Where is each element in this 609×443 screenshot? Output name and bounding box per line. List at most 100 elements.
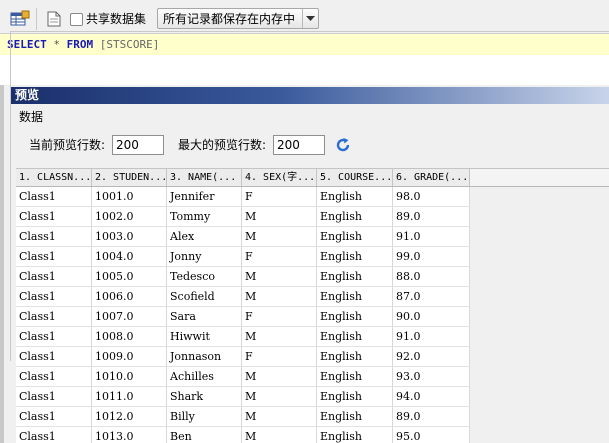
cell-classname[interactable]: Class1 [16, 347, 92, 366]
cell-grade[interactable]: 95.0 [393, 427, 470, 443]
cell-sex[interactable]: M [242, 227, 317, 246]
cell-sex[interactable]: M [242, 207, 317, 226]
cell-student[interactable]: 1006.0 [92, 287, 167, 306]
cell-course[interactable]: English [317, 187, 393, 206]
cell-student[interactable]: 1007.0 [92, 307, 167, 326]
table-row[interactable]: Class1 1001.0 Jennifer F English 98.0 [16, 187, 470, 207]
document-button[interactable] [42, 8, 66, 30]
cell-grade[interactable]: 99.0 [393, 247, 470, 266]
cell-name[interactable]: Hiwwit [167, 327, 242, 346]
cell-name[interactable]: Scofield [167, 287, 242, 306]
cell-classname[interactable]: Class1 [16, 387, 92, 406]
cell-course[interactable]: English [317, 387, 393, 406]
cell-course[interactable]: English [317, 427, 393, 443]
cell-course[interactable]: English [317, 287, 393, 306]
cell-name[interactable]: Sara [167, 307, 242, 326]
cell-grade[interactable]: 92.0 [393, 347, 470, 366]
column-header-course[interactable]: 5. COURSE... [317, 169, 393, 186]
cell-name[interactable]: Jonnason [167, 347, 242, 366]
cell-classname[interactable]: Class1 [16, 287, 92, 306]
cell-sex[interactable]: M [242, 367, 317, 386]
table-row[interactable]: Class1 1010.0 Achilles M English 93.0 [16, 367, 470, 387]
cell-classname[interactable]: Class1 [16, 307, 92, 326]
table-row[interactable]: Class1 1011.0 Shark M English 94.0 [16, 387, 470, 407]
cell-grade[interactable]: 98.0 [393, 187, 470, 206]
cell-course[interactable]: English [317, 227, 393, 246]
cell-course[interactable]: English [317, 327, 393, 346]
cell-grade[interactable]: 87.0 [393, 287, 470, 306]
max-rows-input[interactable]: 200 [273, 135, 325, 155]
column-header-grade[interactable]: 6. GRADE(... [393, 169, 470, 186]
cell-name[interactable]: Jennifer [167, 187, 242, 206]
column-header-sex[interactable]: 4. SEX(字... [242, 169, 317, 186]
table-row[interactable]: Class1 1005.0 Tedesco M English 88.0 [16, 267, 470, 287]
cell-sex[interactable]: F [242, 307, 317, 326]
cell-grade[interactable]: 89.0 [393, 407, 470, 426]
table-row[interactable]: Class1 1004.0 Jonny F English 99.0 [16, 247, 470, 267]
cell-course[interactable]: English [317, 247, 393, 266]
cell-sex[interactable]: M [242, 407, 317, 426]
cell-classname[interactable]: Class1 [16, 207, 92, 226]
cell-classname[interactable]: Class1 [16, 247, 92, 266]
table-row[interactable]: Class1 1007.0 Sara F English 90.0 [16, 307, 470, 327]
cell-grade[interactable]: 89.0 [393, 207, 470, 226]
cell-name[interactable]: Billy [167, 407, 242, 426]
cell-sex[interactable]: F [242, 187, 317, 206]
column-header-student[interactable]: 2. STUDEN... [92, 169, 167, 186]
table-button[interactable] [8, 8, 32, 30]
table-row[interactable]: Class1 1009.0 Jonnason F English 92.0 [16, 347, 470, 367]
cell-grade[interactable]: 91.0 [393, 227, 470, 246]
cell-student[interactable]: 1001.0 [92, 187, 167, 206]
current-rows-input[interactable]: 200 [112, 135, 164, 155]
shared-dataset-checkbox[interactable] [70, 13, 83, 26]
cell-student[interactable]: 1002.0 [92, 207, 167, 226]
cell-classname[interactable]: Class1 [16, 427, 92, 443]
column-header-name[interactable]: 3. NAME(... [167, 169, 242, 186]
cell-sex[interactable]: F [242, 347, 317, 366]
cell-course[interactable]: English [317, 367, 393, 386]
cell-classname[interactable]: Class1 [16, 367, 92, 386]
table-row[interactable]: Class1 1006.0 Scofield M English 87.0 [16, 287, 470, 307]
storage-mode-select[interactable]: 所有记录都保存在内存中 [157, 8, 319, 29]
cell-grade[interactable]: 88.0 [393, 267, 470, 286]
cell-sex[interactable]: F [242, 247, 317, 266]
cell-classname[interactable]: Class1 [16, 187, 92, 206]
cell-student[interactable]: 1012.0 [92, 407, 167, 426]
cell-course[interactable]: English [317, 407, 393, 426]
cell-student[interactable]: 1003.0 [92, 227, 167, 246]
cell-name[interactable]: Jonny [167, 247, 242, 266]
cell-course[interactable]: English [317, 307, 393, 326]
cell-sex[interactable]: M [242, 287, 317, 306]
cell-student[interactable]: 1011.0 [92, 387, 167, 406]
cell-student[interactable]: 1008.0 [92, 327, 167, 346]
cell-sex[interactable]: M [242, 327, 317, 346]
cell-grade[interactable]: 93.0 [393, 367, 470, 386]
cell-sex[interactable]: M [242, 427, 317, 443]
cell-name[interactable]: Ben [167, 427, 242, 443]
table-row[interactable]: Class1 1002.0 Tommy M English 89.0 [16, 207, 470, 227]
cell-name[interactable]: Shark [167, 387, 242, 406]
cell-course[interactable]: English [317, 267, 393, 286]
cell-course[interactable]: English [317, 207, 393, 226]
cell-name[interactable]: Tommy [167, 207, 242, 226]
cell-grade[interactable]: 94.0 [393, 387, 470, 406]
column-header-classname[interactable]: 1. CLASSN... [16, 169, 92, 186]
cell-name[interactable]: Achilles [167, 367, 242, 386]
cell-course[interactable]: English [317, 347, 393, 366]
cell-classname[interactable]: Class1 [16, 407, 92, 426]
cell-student[interactable]: 1013.0 [92, 427, 167, 443]
cell-sex[interactable]: M [242, 267, 317, 286]
table-row[interactable]: Class1 1013.0 Ben M English 95.0 [16, 427, 470, 443]
cell-sex[interactable]: M [242, 387, 317, 406]
table-row[interactable]: Class1 1008.0 Hiwwit M English 91.0 [16, 327, 470, 347]
cell-name[interactable]: Alex [167, 227, 242, 246]
cell-student[interactable]: 1005.0 [92, 267, 167, 286]
cell-student[interactable]: 1004.0 [92, 247, 167, 266]
cell-student[interactable]: 1010.0 [92, 367, 167, 386]
cell-grade[interactable]: 90.0 [393, 307, 470, 326]
cell-classname[interactable]: Class1 [16, 227, 92, 246]
cell-classname[interactable]: Class1 [16, 327, 92, 346]
table-row[interactable]: Class1 1003.0 Alex M English 91.0 [16, 227, 470, 247]
cell-classname[interactable]: Class1 [16, 267, 92, 286]
cell-grade[interactable]: 91.0 [393, 327, 470, 346]
